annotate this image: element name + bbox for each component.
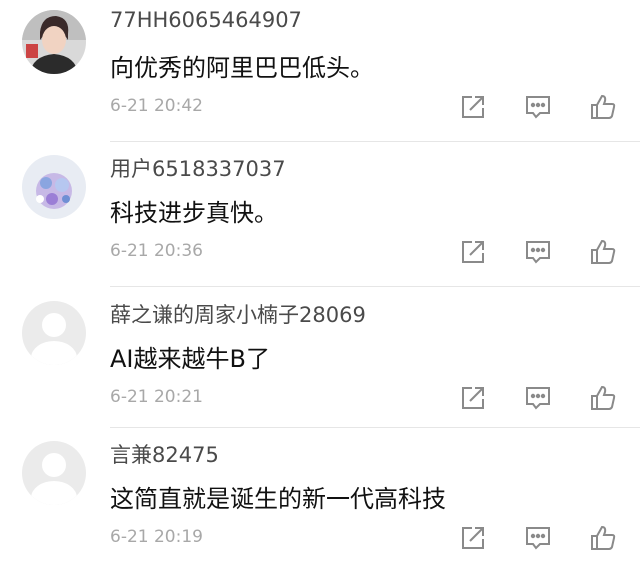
- like-button[interactable]: [588, 237, 618, 267]
- comment-timestamp: 6-21 20:36: [110, 241, 203, 261]
- comment-username[interactable]: 言兼82475: [110, 439, 219, 469]
- avatar[interactable]: [22, 10, 86, 74]
- reply-button[interactable]: [523, 92, 553, 122]
- comment-text: AI越来越牛B了: [110, 345, 270, 373]
- comment-timestamp: 6-21 20:21: [110, 387, 203, 407]
- avatar-body-shape: [31, 481, 77, 505]
- share-button[interactable]: [458, 92, 488, 122]
- avatar-head-shape: [42, 313, 66, 337]
- share-icon: [462, 387, 484, 409]
- comment-text: 科技进步真快。: [110, 199, 278, 227]
- comment-username[interactable]: 用户6518337037: [110, 153, 286, 183]
- comment-text: 这简直就是诞生的新一代高科技: [110, 485, 446, 513]
- divider: [110, 286, 640, 287]
- share-icon: [462, 241, 484, 263]
- thumbs-up-icon: [591, 94, 616, 119]
- thumbs-up-icon: [591, 525, 616, 550]
- share-icon: [462, 96, 484, 118]
- default-avatar[interactable]: [22, 441, 86, 505]
- comment-reply-icon: [526, 387, 550, 410]
- avatar[interactable]: [22, 155, 86, 219]
- share-button[interactable]: [458, 383, 488, 413]
- comment-text: 向优秀的阿里巴巴低头。: [110, 54, 374, 82]
- share-button[interactable]: [458, 523, 488, 553]
- comment-reply-icon: [526, 96, 550, 119]
- comment-reply-icon: [526, 527, 550, 550]
- reply-button[interactable]: [523, 237, 553, 267]
- like-button[interactable]: [588, 523, 618, 553]
- comment-username[interactable]: 薛之谦的周家小楠子28069: [110, 299, 366, 329]
- reply-button[interactable]: [523, 383, 553, 413]
- share-icon: [462, 527, 484, 549]
- avatar-head-shape: [42, 453, 66, 477]
- divider: [110, 427, 640, 428]
- share-button[interactable]: [458, 237, 488, 267]
- reply-button[interactable]: [523, 523, 553, 553]
- like-button[interactable]: [588, 383, 618, 413]
- default-avatar[interactable]: [22, 301, 86, 365]
- thumbs-up-icon: [591, 385, 616, 410]
- comment-username[interactable]: 77HH6065464907: [110, 8, 302, 32]
- thumbs-up-icon: [591, 239, 616, 264]
- comment-reply-icon: [526, 241, 550, 264]
- divider: [110, 141, 640, 142]
- avatar-body-shape: [31, 341, 77, 365]
- comment-timestamp: 6-21 20:42: [110, 96, 203, 116]
- like-button[interactable]: [588, 92, 618, 122]
- comment-timestamp: 6-21 20:19: [110, 527, 203, 547]
